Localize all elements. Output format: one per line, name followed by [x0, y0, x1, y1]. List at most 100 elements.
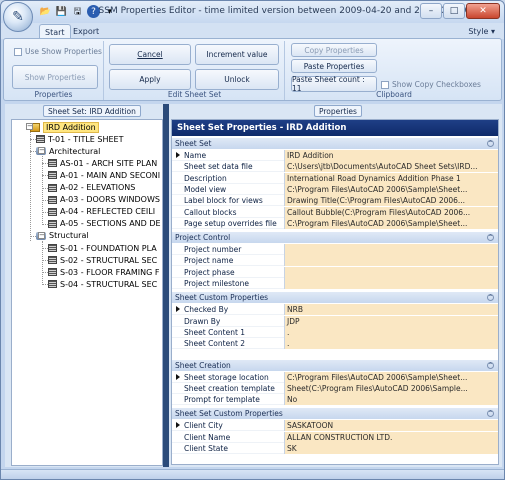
tab-export[interactable]: Export — [68, 24, 104, 39]
increment-value-button[interactable]: Increment value — [195, 44, 279, 65]
style-menu[interactable]: Style ▾ — [463, 24, 500, 39]
close-button[interactable]: ✕ — [466, 3, 500, 19]
sheet-tree[interactable]: IRD Addition − T-01 - TITLE SHEET Architect… — [11, 119, 163, 466]
property-row[interactable]: Checked By NRB — [172, 304, 498, 316]
tree-sheet[interactable]: A-03 - DOORS WINDOWS — [48, 194, 160, 206]
minimize-button[interactable]: – — [420, 3, 442, 19]
property-row[interactable]: Sheet Content 2. — [172, 338, 498, 350]
property-row[interactable]: Sheet set data file C:\Users\jtb\Document… — [172, 161, 498, 173]
cancel-button[interactable]: Cancel — [109, 44, 191, 65]
property-row[interactable]: Sheet creation template Sheet(C:\Program … — [172, 382, 498, 394]
property-value[interactable]: . — [284, 326, 498, 338]
property-value[interactable]: C:\Program Files\AutoCAD 2006\Sample\She… — [284, 371, 498, 383]
property-row[interactable]: Client Name ALLAN CONSTRUCTION LTD. — [172, 431, 498, 443]
property-category[interactable]: Sheet Set ⌃ — [172, 138, 498, 149]
property-value[interactable]: SK — [284, 443, 498, 454]
tree-sheet[interactable]: S-02 - STRUCTURAL SEC — [48, 254, 157, 266]
property-name: Sheet Content 1 — [184, 327, 246, 337]
tree-sheet[interactable]: T-01 - TITLE SHEET — [36, 133, 123, 145]
property-value[interactable]: IRD Addition — [284, 150, 498, 161]
property-value[interactable] — [284, 255, 498, 267]
property-name: Drawn By — [184, 316, 221, 326]
property-value[interactable]: No — [284, 394, 498, 406]
maximize-button[interactable]: □ — [443, 3, 465, 19]
copy-properties-button[interactable]: Copy Properties — [291, 43, 377, 57]
property-row[interactable]: Project phase — [172, 266, 498, 278]
property-value[interactable]: ALLAN CONSTRUCTION LTD. — [284, 431, 498, 443]
property-value[interactable]: JDP — [284, 315, 498, 327]
apply-button[interactable]: Apply — [109, 69, 191, 90]
application-menu-button[interactable]: ✎ — [3, 2, 33, 32]
property-value[interactable] — [284, 278, 498, 289]
tree-label: A-03 - DOORS WINDOWS — [60, 195, 160, 205]
property-value[interactable]: C:\Users\jtb\Documents\AutoCAD Sheet Set… — [284, 161, 498, 173]
collapse-icon[interactable]: ⌃ — [487, 410, 494, 418]
property-value[interactable]: Callout Bubble(C:\Program Files\AutoCAD … — [284, 206, 498, 218]
property-row[interactable]: Client State SK — [172, 443, 498, 454]
property-value[interactable]: Sheet(C:\Program Files\AutoCAD 2006\Samp… — [284, 382, 498, 394]
property-category[interactable]: Sheet Creation ⌃ — [172, 359, 498, 371]
use-show-properties-checkbox[interactable]: Use Show Properties — [14, 47, 102, 56]
tree-sheet[interactable]: A-02 - ELEVATIONS — [48, 182, 135, 194]
category-label: Project Control — [175, 233, 231, 243]
sheet-set-panel-header: Sheet Set: IRD Addition — [43, 105, 141, 117]
property-category[interactable]: Sheet Set Custom Properties ⌃ — [172, 408, 498, 420]
property-row[interactable]: Project milestone — [172, 278, 498, 289]
collapse-toggle-icon[interactable]: − — [26, 123, 33, 130]
property-row[interactable]: Sheet Content 1. — [172, 326, 498, 338]
clipboard-group: Copy Properties Paste Properties Paste S… — [287, 41, 501, 100]
collapse-icon[interactable]: ⌃ — [487, 361, 494, 369]
property-value[interactable] — [284, 244, 498, 256]
tree-sheet[interactable]: A-04 - REFLECTED CEILI — [48, 206, 155, 218]
tree-connector — [30, 132, 31, 241]
tree-sheet[interactable]: A-01 - MAIN AND SECONI — [48, 169, 160, 181]
tree-sheet[interactable]: S-03 - FLOOR FRAMING F — [48, 266, 159, 278]
property-grid: Sheet Set Properties - IRD Addition Shee… — [171, 119, 499, 465]
folder-open-icon[interactable]: 📂 — [39, 5, 52, 18]
tree-label: S-01 - FOUNDATION PLA — [60, 243, 157, 253]
property-value[interactable]: C:\Program Files\AutoCAD 2006\Sample\She… — [284, 183, 498, 195]
property-value[interactable]: . — [284, 338, 498, 350]
paste-properties-button[interactable]: Paste Properties — [291, 59, 377, 73]
tree-sheet[interactable]: S-01 - FOUNDATION PLA — [48, 242, 157, 254]
collapse-icon[interactable]: ⌃ — [487, 294, 494, 302]
property-row[interactable]: Label block for views Drawing Title(C:\Pr… — [172, 195, 498, 207]
collapse-icon[interactable]: ⌃ — [487, 234, 494, 242]
property-row[interactable]: Name IRD Addition — [172, 150, 498, 161]
property-row[interactable]: Project name — [172, 255, 498, 267]
property-value[interactable]: NRB — [284, 304, 498, 316]
show-copy-checkboxes-checkbox[interactable]: Show Copy Checkboxes — [381, 80, 481, 89]
main-area: Sheet Set: IRD Addition IRD Addition − T-0… — [5, 104, 502, 467]
property-row[interactable]: Drawn By JDP — [172, 315, 498, 327]
property-value[interactable]: SASKATOON — [284, 420, 498, 432]
property-row[interactable]: Page setup overrides file C:\Program File… — [172, 217, 498, 229]
collapse-icon[interactable]: ⌃ — [487, 140, 494, 147]
property-row[interactable]: Client City SASKATOON — [172, 420, 498, 432]
property-name: Sheet Content 2 — [184, 339, 246, 349]
collapse-toggle-icon[interactable]: − — [38, 147, 45, 155]
property-category[interactable]: Project Control ⌃ — [172, 232, 498, 244]
checkbox-box — [14, 47, 22, 56]
category-label: Sheet Set — [175, 139, 212, 148]
property-row[interactable]: Sheet storage location C:\Program Files\A… — [172, 371, 498, 383]
property-row[interactable]: Model view C:\Program Files\AutoCAD 2006\… — [172, 183, 498, 195]
property-value[interactable] — [284, 266, 498, 278]
property-value[interactable]: Drawing Title(C:\Program Files\AutoCAD 2… — [284, 195, 498, 207]
tree-folder[interactable]: Architectural — [36, 145, 100, 157]
property-row[interactable]: Description International Road Dynamics A… — [172, 172, 498, 184]
property-row[interactable]: Prompt for template No — [172, 394, 498, 406]
tree-root[interactable]: IRD Addition — [30, 121, 99, 133]
property-row[interactable]: Project number — [172, 244, 498, 256]
sheet-icon — [48, 171, 57, 180]
show-properties-button[interactable]: Show Properties — [12, 65, 98, 89]
collapse-toggle-icon[interactable]: − — [38, 231, 45, 239]
property-category[interactable]: Sheet Custom Properties ⌃ — [172, 292, 498, 304]
property-value[interactable]: C:\Program Files\AutoCAD 2006\Sample\She… — [284, 217, 498, 229]
tree-sheet[interactable]: S-04 - STRUCTURAL SEC — [48, 278, 157, 290]
property-row[interactable]: Callout blocks Callout Bubble(C:\Program … — [172, 206, 498, 218]
unlock-button[interactable]: Unlock — [195, 69, 279, 90]
property-value[interactable]: International Road Dynamics Addition Pha… — [284, 172, 498, 184]
tab-start[interactable]: Start — [39, 24, 71, 39]
tree-sheet[interactable]: AS-01 - ARCH SITE PLAN — [48, 157, 157, 169]
tree-sheet[interactable]: A-05 - SECTIONS AND DE — [48, 218, 161, 230]
